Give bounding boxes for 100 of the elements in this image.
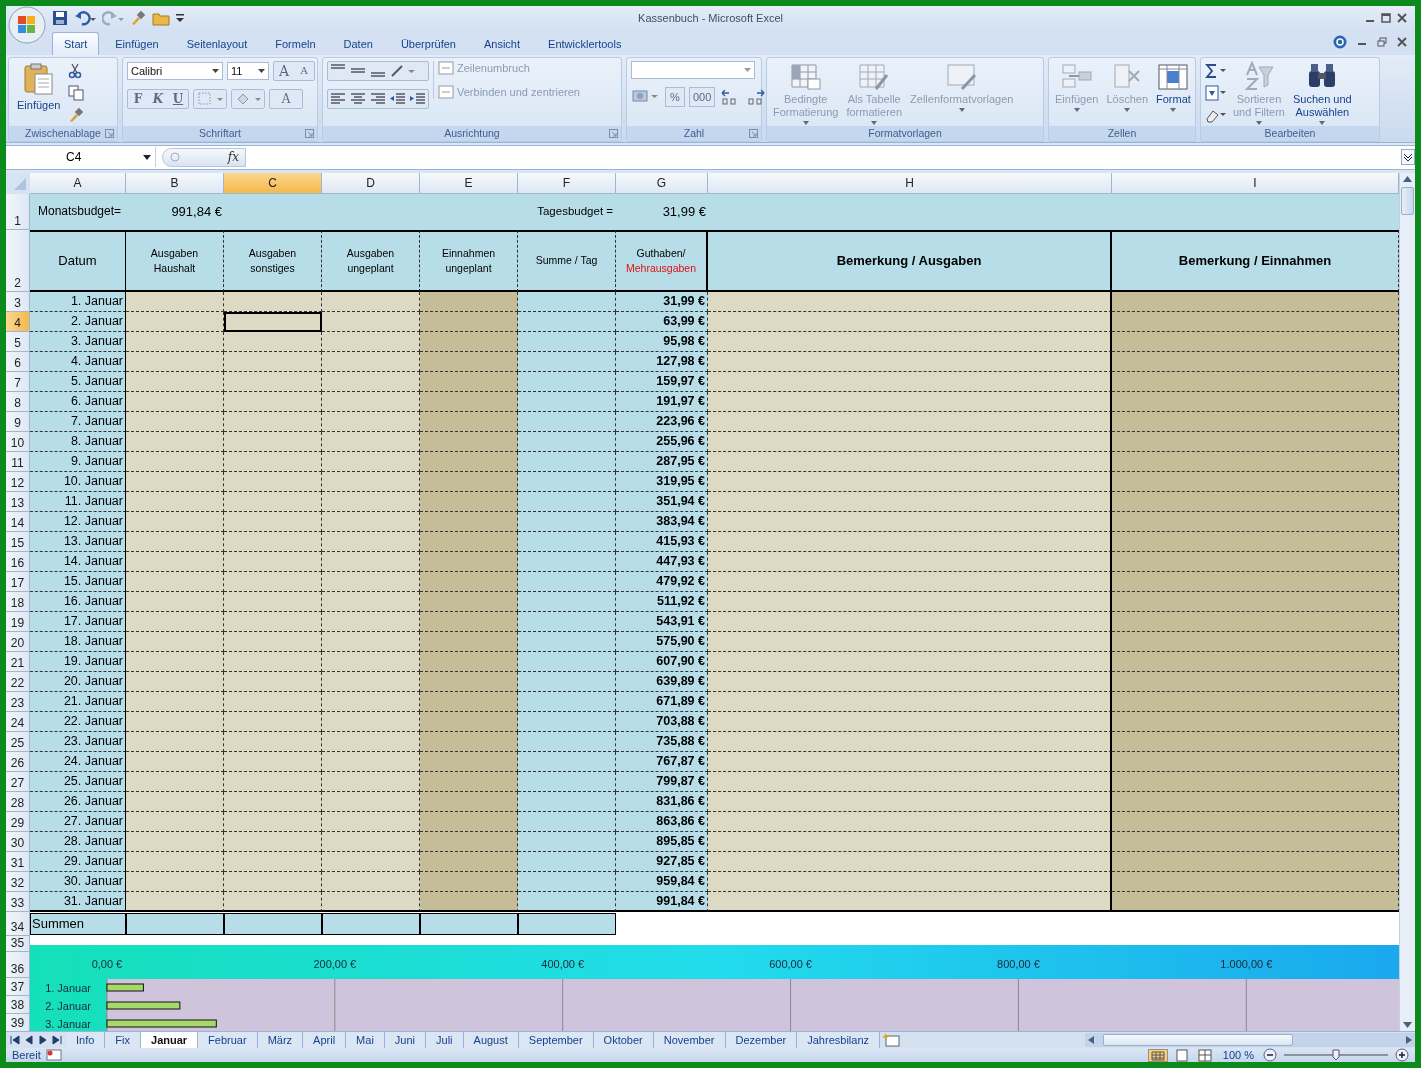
fill-down-icon[interactable] [1205, 84, 1227, 101]
redo-icon[interactable] [102, 10, 124, 26]
row-header[interactable]: 5 [6, 331, 30, 352]
sheet-tab[interactable]: Juli [426, 1032, 464, 1048]
row-header[interactable]: 2 [6, 229, 30, 292]
sheet-tab[interactable]: Info [66, 1032, 106, 1048]
dialog-launcher-icon[interactable] [305, 128, 314, 138]
row-header[interactable]: 25 [6, 731, 30, 752]
horizontal-scrollbar[interactable] [1085, 1033, 1415, 1047]
close-icon[interactable] [1397, 13, 1407, 23]
ribbon-tab[interactable]: Formeln [263, 31, 328, 55]
sheet-tab[interactable]: September [518, 1032, 594, 1048]
zoom-level[interactable]: 100 % [1222, 1049, 1254, 1061]
scroll-thumb[interactable] [1103, 1034, 1293, 1046]
row-header[interactable]: 1 [6, 193, 30, 230]
zoom-in-icon[interactable] [1395, 1048, 1409, 1062]
column-header[interactable]: C [224, 172, 322, 194]
maximize-icon[interactable] [1381, 13, 1391, 23]
row-header[interactable]: 12 [6, 471, 30, 492]
slider-thumb[interactable] [1332, 1049, 1340, 1061]
name-box[interactable]: C4 [6, 147, 156, 168]
ribbon-tab[interactable]: Ansicht [471, 31, 533, 55]
row-header[interactable]: 29 [6, 811, 30, 832]
bold-button[interactable]: F [128, 89, 148, 108]
row-header[interactable]: 31 [6, 851, 30, 872]
ribbon-tab[interactable]: Daten [331, 31, 385, 55]
ribbon-tab[interactable]: Einfügen [103, 31, 171, 55]
ribbon-button[interactable]: Format [1154, 60, 1193, 112]
row-header[interactable]: 4 [6, 311, 30, 332]
zoom-slider[interactable] [1282, 1048, 1390, 1062]
scroll-thumb[interactable] [1401, 186, 1414, 215]
row-header[interactable]: 33 [6, 891, 30, 912]
row-header[interactable]: 24 [6, 711, 30, 732]
sheet-tab[interactable]: August [463, 1032, 519, 1048]
sheet-tab[interactable]: November [653, 1032, 726, 1048]
help-icon[interactable] [1333, 34, 1347, 49]
normal-view-icon[interactable] [1147, 1048, 1168, 1062]
fill-color-icon[interactable] [231, 88, 265, 109]
column-header[interactable]: G [616, 172, 708, 194]
row-header[interactable]: 13 [6, 491, 30, 512]
sheet-nav-icon[interactable] [52, 1034, 62, 1046]
sheet-tab[interactable]: März [257, 1032, 304, 1048]
folder-icon[interactable] [152, 10, 170, 26]
column-header[interactable]: I [1112, 172, 1399, 194]
ribbon-tab[interactable]: Entwicklertools [536, 31, 634, 55]
row-header[interactable]: 3 [6, 291, 30, 312]
vertical-scrollbar[interactable] [1399, 172, 1415, 1031]
sheet-tab[interactable]: Dezember [725, 1032, 798, 1048]
dialog-launcher-icon[interactable] [105, 128, 114, 138]
row-header[interactable]: 15 [6, 531, 30, 552]
dialog-launcher-icon[interactable] [609, 128, 618, 138]
function-button[interactable]: fx [227, 150, 239, 165]
row-header[interactable]: 6 [6, 351, 30, 372]
dialog-launcher-icon[interactable] [749, 128, 758, 138]
sheet-nav-icon[interactable] [38, 1034, 48, 1046]
column-header[interactable]: E [420, 172, 518, 194]
sheet-tab[interactable]: Februar [198, 1032, 258, 1048]
row-header[interactable]: 14 [6, 511, 30, 532]
row-header[interactable]: 20 [6, 631, 30, 652]
column-header[interactable]: F [518, 172, 616, 194]
thousands-button[interactable]: 000 [689, 86, 716, 107]
sheet-tab[interactable]: Mai [346, 1032, 385, 1048]
row-header[interactable]: 26 [6, 751, 30, 772]
row-header[interactable]: 23 [6, 691, 30, 712]
page-break-icon[interactable] [1195, 1048, 1214, 1062]
sheet-tab[interactable]: Fix [105, 1032, 142, 1048]
cancel-icon[interactable] [169, 151, 181, 164]
number-format-field[interactable] [631, 60, 755, 79]
column-header[interactable]: H [708, 172, 1112, 194]
row-header[interactable]: 7 [6, 371, 30, 392]
row-header[interactable]: 21 [6, 651, 30, 672]
row-header[interactable]: 18 [6, 591, 30, 612]
row-header[interactable]: 19 [6, 611, 30, 632]
row-header[interactable]: 28 [6, 791, 30, 812]
row-header[interactable]: 9 [6, 411, 30, 432]
column-header[interactable]: B [126, 172, 224, 194]
grow-font-button[interactable]: A [274, 61, 294, 80]
sheet-tab[interactable]: Oktober [593, 1032, 654, 1048]
ribbon-tab[interactable]: Start [52, 31, 100, 55]
close-icon[interactable] [1397, 36, 1407, 47]
scissors-icon[interactable] [68, 62, 83, 79]
sheet-nav-icon[interactable] [10, 1034, 20, 1046]
sheet-nav-icon[interactable] [24, 1034, 34, 1046]
sheet-tab[interactable]: Jahresbilanz [797, 1032, 880, 1048]
sheet-tab[interactable]: Juni [384, 1032, 427, 1048]
ribbon-tab[interactable]: Überprüfen [388, 31, 468, 55]
font-color-button[interactable]: A [269, 88, 303, 109]
save-icon[interactable] [52, 10, 68, 26]
ribbon-button[interactable]: Suchen und Auswählen [1291, 60, 1354, 125]
underline-button[interactable]: U [168, 89, 188, 108]
brush-icon[interactable] [130, 10, 146, 26]
row-header[interactable]: 10 [6, 431, 30, 452]
zoom-out-icon[interactable] [1263, 1048, 1277, 1062]
row-header[interactable]: 11 [6, 451, 30, 472]
column-header[interactable]: A [30, 172, 126, 194]
row-header[interactable]: 16 [6, 551, 30, 572]
font-name-field[interactable]: Calibri [127, 61, 223, 80]
row-header[interactable]: 17 [6, 571, 30, 592]
undo-icon[interactable] [74, 10, 96, 26]
row-header[interactable]: 27 [6, 771, 30, 792]
